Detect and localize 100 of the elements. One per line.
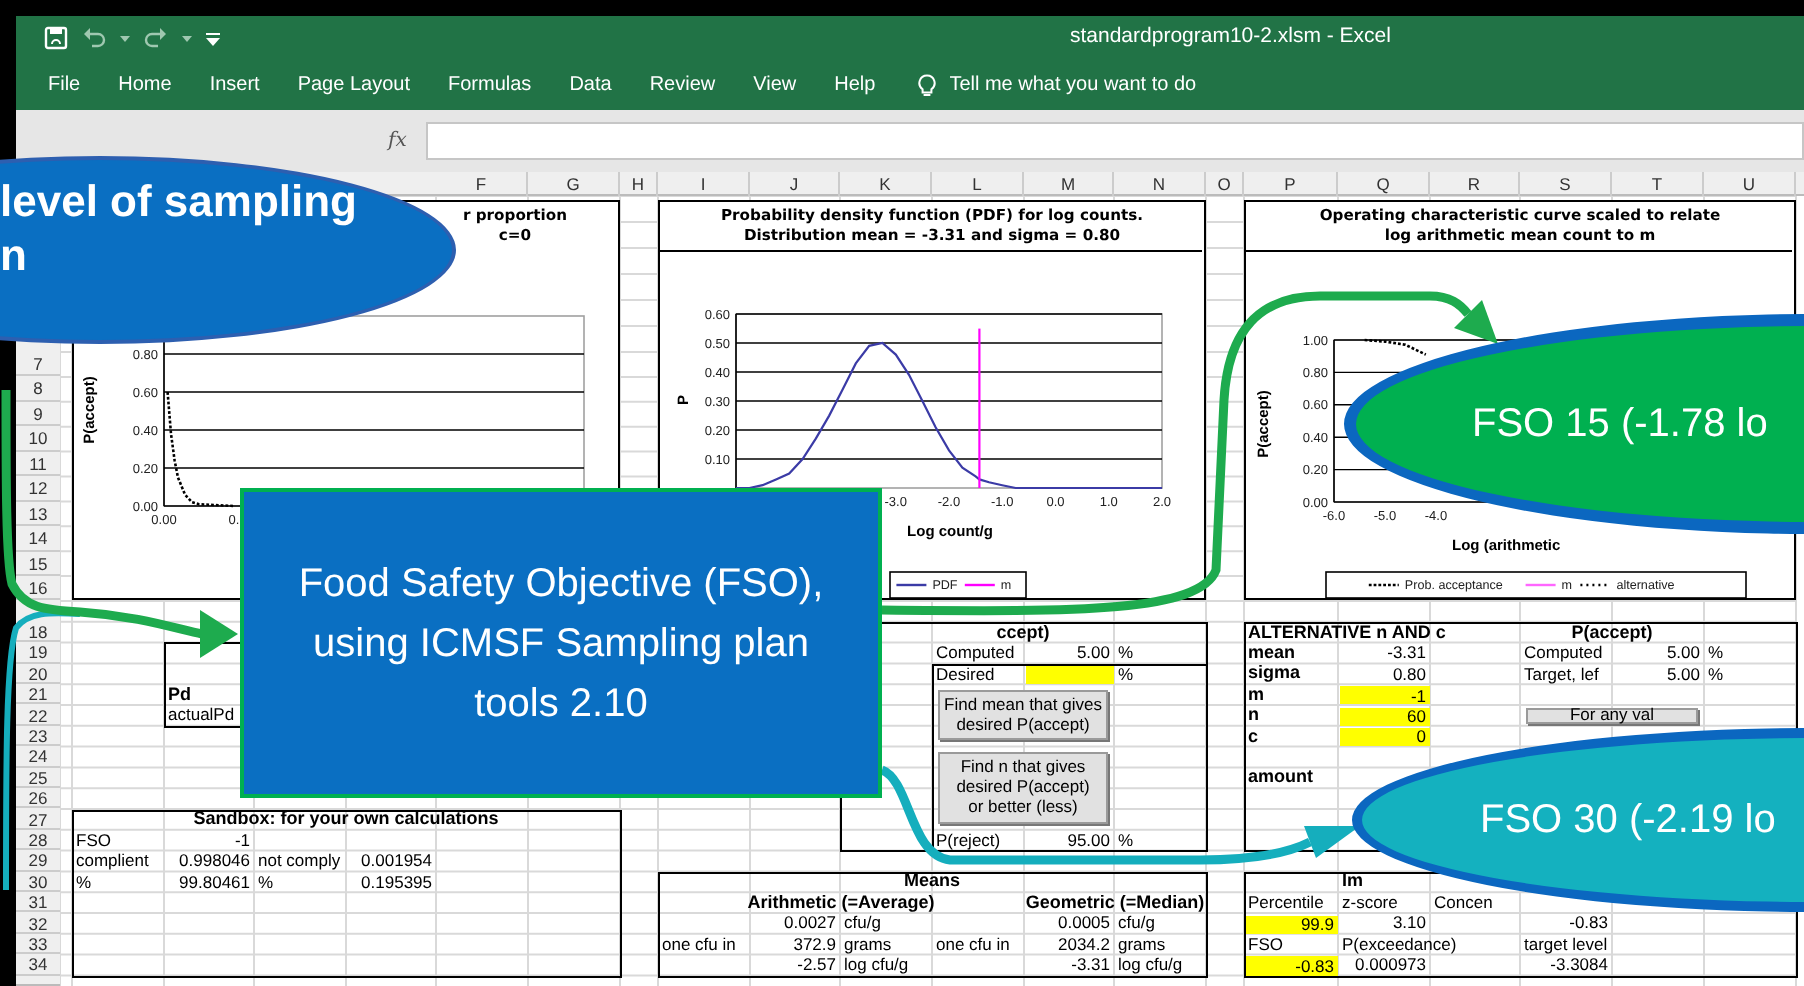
column-header[interactable]: N [1152, 172, 1166, 196]
lightbulb-icon[interactable] [917, 73, 936, 97]
ribbon-tab[interactable]: Review [649, 73, 716, 97]
ribbon-tab[interactable]: Formulas [448, 73, 532, 97]
action-button[interactable]: Find mean that gives desired P(accept) [938, 690, 1108, 741]
row-number[interactable]: 31 [16, 892, 60, 913]
ribbon-tab[interactable]: View [753, 73, 797, 97]
row-number[interactable]: 33 [16, 933, 60, 955]
undo-icon[interactable] [82, 26, 106, 50]
row-number[interactable]: 24 [16, 746, 60, 768]
cell-value: 0.0027 [784, 914, 836, 932]
field-label: Pd [168, 685, 192, 704]
unit-label: % [1118, 665, 1134, 683]
section-heading: P(accept) [1571, 623, 1653, 642]
column-header[interactable]: L [972, 172, 982, 196]
customize-icon[interactable] [206, 31, 220, 45]
row-number[interactable]: 34 [16, 954, 60, 976]
unit-label: log cfu/g [844, 956, 909, 974]
ribbon-tab[interactable]: File [48, 73, 81, 97]
unit-label: grams [844, 935, 892, 953]
row-number[interactable]: 25 [16, 767, 60, 789]
cell-value: -3.31 [1071, 956, 1110, 974]
cell-value: 0.998046 [179, 852, 250, 870]
ribbon-tab[interactable]: Help [834, 73, 876, 97]
row-number[interactable]: 26 [16, 788, 60, 809]
caret-icon[interactable] [182, 35, 192, 41]
column-header[interactable]: P [1284, 172, 1296, 196]
row-number[interactable]: 14 [16, 526, 60, 552]
column-header[interactable]: K [879, 172, 891, 196]
column-header[interactable]: T [1651, 172, 1663, 196]
callout-text: Food Safety Objective (FSO), using ICMSF Sampling plan tools 2.10 [298, 559, 824, 729]
field-label: mean [1248, 643, 1296, 662]
input-cell[interactable]: 99.9 [1246, 915, 1338, 934]
callout-text: level of sampling n [0, 174, 357, 282]
text-label: Computed [1524, 644, 1603, 662]
column-header[interactable]: I [700, 172, 706, 196]
row-number[interactable]: 32 [16, 913, 60, 934]
text-label: actualPd [168, 706, 235, 724]
text-label: Target, lef [1524, 665, 1599, 683]
row-number[interactable]: 30 [16, 871, 60, 893]
callout-text: FSO 15 (-1.78 lo [1472, 400, 1768, 450]
column-header[interactable]: Q [1376, 172, 1390, 196]
text-label: Concen [1434, 894, 1493, 912]
function-label[interactable]: fx [388, 131, 407, 151]
row-number[interactable]: 7 [16, 352, 60, 377]
row-number[interactable]: 10 [16, 426, 60, 452]
row-number[interactable]: 21 [16, 684, 60, 705]
ribbon-tab[interactable]: Data [569, 73, 612, 97]
cell-value: -3.31 [1387, 644, 1426, 662]
callout-text: FSO 30 (-2.19 lo [1480, 796, 1776, 846]
unit-label: grams [1118, 935, 1166, 953]
ribbon-tab[interactable]: Home [118, 73, 172, 97]
column-header[interactable]: M [1060, 172, 1076, 196]
unit-label: % [1708, 665, 1724, 683]
row-number[interactable]: 19 [16, 642, 60, 664]
row-number[interactable]: 13 [16, 501, 60, 527]
unit-label: % [1118, 644, 1134, 662]
caret-icon[interactable] [120, 35, 130, 41]
column-header[interactable]: G [566, 172, 580, 196]
formula-field[interactable] [426, 122, 1804, 160]
cell-value: 0.0005 [1058, 914, 1110, 932]
row-number[interactable]: 12 [16, 476, 60, 502]
field-label: n [1248, 706, 1259, 725]
column-header[interactable]: O [1217, 172, 1231, 196]
column-header[interactable]: R [1467, 172, 1481, 196]
search-field[interactable]: Tell me what you want to do [949, 70, 1350, 100]
save-icon[interactable] [44, 26, 68, 50]
column-header[interactable]: H [631, 172, 645, 196]
window-title: standardprogram10-2.xlsm - Excel [1070, 22, 1391, 53]
field-label: sigma [1248, 664, 1301, 683]
row-number[interactable]: 22 [16, 705, 60, 726]
text-label: z-score [1342, 894, 1398, 912]
action-button[interactable]: For any val [1526, 707, 1698, 724]
row-number[interactable]: 28 [16, 829, 60, 851]
column-header[interactable]: J [789, 172, 799, 196]
field-label: ALTERNATIVE n AND c [1248, 623, 1446, 642]
text-label: one cfu in [662, 935, 736, 953]
ribbon-tab[interactable]: Page Layout [297, 73, 410, 97]
row-number[interactable]: 23 [16, 725, 60, 747]
row-number[interactable]: 8 [16, 376, 60, 402]
column-header[interactable]: U [1742, 172, 1756, 196]
column-header[interactable]: S [1559, 172, 1571, 196]
text-label: target level [1524, 935, 1608, 953]
input-cell[interactable]: 60 [1340, 707, 1430, 726]
field-label: m [1248, 685, 1265, 704]
redo-icon[interactable] [144, 26, 168, 50]
input-cell[interactable]: -1 [1340, 686, 1430, 705]
action-button[interactable]: Find n that gives desired P(accept) or better (less) [938, 752, 1108, 824]
row-number[interactable]: 27 [16, 809, 60, 830]
column-header[interactable]: F [475, 172, 487, 196]
ribbon-tab[interactable]: Insert [209, 73, 260, 97]
input-cell[interactable]: 0 [1340, 727, 1430, 747]
row-number[interactable]: 15 [16, 551, 60, 577]
cell-value: 0.000973 [1355, 956, 1426, 974]
section-heading: Sandbox: for your own calculations [193, 810, 499, 829]
row-number[interactable]: 20 [16, 663, 60, 685]
row-number[interactable]: 29 [16, 850, 60, 872]
cell-value: 95.00 [1067, 831, 1110, 849]
cell-value: 0.195395 [361, 873, 432, 891]
input-cell[interactable]: -0.83 [1246, 956, 1338, 976]
